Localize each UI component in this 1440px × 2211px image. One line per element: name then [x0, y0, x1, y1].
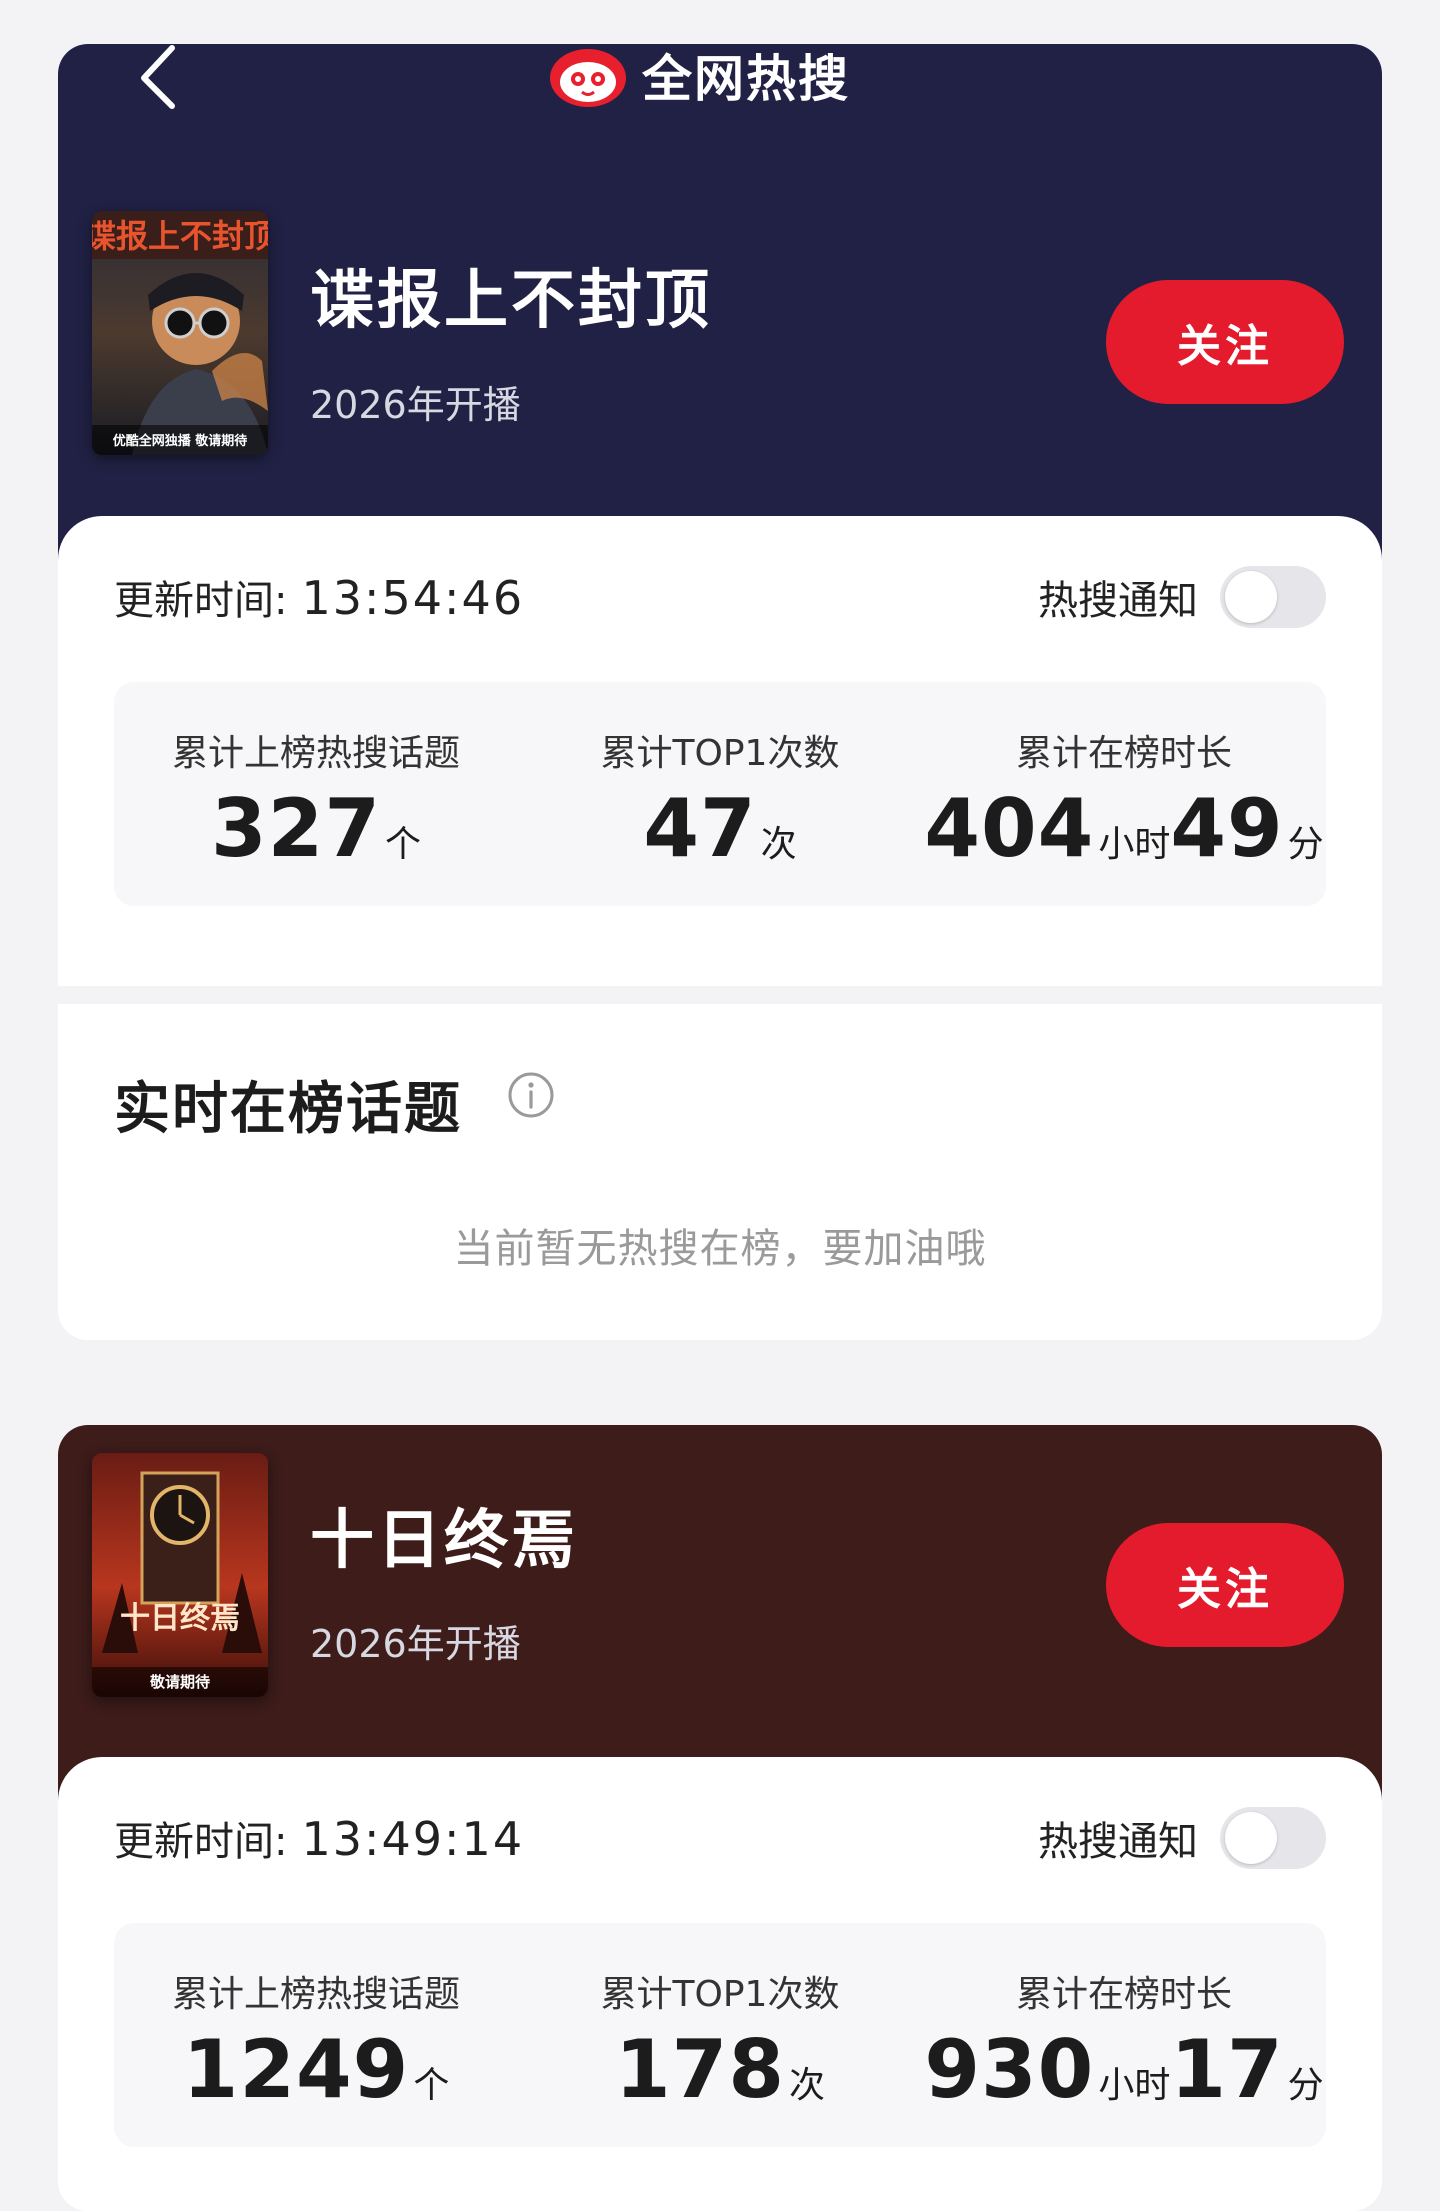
- stat-unit: 次: [760, 824, 797, 865]
- show-release: 2026年开播: [310, 1622, 521, 1666]
- stat-number: 327: [210, 782, 381, 875]
- stat-hours-unit: 小时: [1098, 824, 1171, 865]
- notify-label: 热搜通知: [1038, 578, 1198, 624]
- update-time-value: 13:49:14: [301, 1812, 525, 1866]
- brand-name: 全网热搜: [642, 50, 850, 108]
- stat-top1-count: 累计TOP1次数 47 次: [518, 682, 922, 906]
- brand-logo-icon: [550, 49, 626, 107]
- stat-hours: 930: [924, 2023, 1095, 2116]
- stat-label: 累计TOP1次数: [600, 733, 840, 774]
- update-time-value: 13:54:46: [301, 571, 525, 625]
- stats-box: 累计上榜热搜话题 327 个 累计TOP1次数 47 次 累计在榜时长 404 …: [114, 682, 1326, 906]
- poster-image: 谍报上不封顶 优酷全网独播 敬请期待: [92, 211, 268, 455]
- stat-unit: 个: [384, 824, 421, 865]
- stat-minutes-unit: 分: [1287, 2065, 1324, 2106]
- notify-toggle[interactable]: [1220, 566, 1326, 628]
- stat-minutes: 17: [1170, 2023, 1284, 2116]
- stat-label: 累计在榜时长: [1015, 733, 1232, 774]
- stat-unit: 次: [788, 2065, 825, 2106]
- stat-value: 1249 个: [114, 2023, 518, 2116]
- section-divider: [58, 986, 1382, 1004]
- follow-button[interactable]: 关注: [1106, 280, 1344, 404]
- poster-footer-text: 敬请期待: [149, 1673, 210, 1691]
- stat-label: 累计在榜时长: [1015, 1974, 1232, 2015]
- stat-number: 178: [614, 2023, 785, 2116]
- stat-total-duration: 累计在榜时长 404 小时 49 分: [922, 682, 1326, 906]
- stat-hours: 404: [924, 782, 1095, 875]
- poster-footer-text: 优酷全网独播 敬请期待: [113, 433, 248, 449]
- stat-hours-unit: 小时: [1098, 2065, 1171, 2106]
- stat-value: 930 小时 17 分: [922, 2023, 1326, 2116]
- notify-label: 热搜通知: [1038, 1819, 1198, 1865]
- stat-label: 累计TOP1次数: [600, 1974, 840, 2015]
- stat-minutes: 49: [1170, 782, 1284, 875]
- stat-total-topics: 累计上榜热搜话题 327 个: [114, 682, 518, 906]
- toggle-knob: [1225, 1812, 1277, 1864]
- stat-total-topics: 累计上榜热搜话题 1249 个: [114, 1923, 518, 2147]
- poster-image: 十日终焉 敬请期待: [92, 1453, 268, 1697]
- chevron-left-icon: [141, 45, 175, 109]
- stat-unit: 个: [413, 2065, 450, 2106]
- show-title: 谍报上不封顶: [310, 264, 712, 338]
- follow-button[interactable]: 关注: [1106, 1523, 1344, 1647]
- show-card-1: 全网热搜 谍报上不封顶 优酷全网独播 敬请期待 谍报上不封顶 2026年开播 关…: [58, 44, 1382, 1340]
- stat-minutes-unit: 分: [1287, 824, 1324, 865]
- hot-search-notify: 热搜通知: [1038, 1807, 1326, 1869]
- notify-toggle[interactable]: [1220, 1807, 1326, 1869]
- show-poster-2[interactable]: 十日终焉 敬请期待: [92, 1453, 268, 1697]
- stat-number: 1249: [182, 2023, 410, 2116]
- top-bar: 全网热搜: [58, 44, 1382, 154]
- show-poster-1[interactable]: 谍报上不封顶 优酷全网独播 敬请期待: [92, 211, 268, 455]
- stat-number: 47: [643, 782, 757, 875]
- stat-value: 404 小时 49 分: [922, 782, 1326, 875]
- stat-value: 178 次: [518, 2023, 922, 2116]
- poster-title-text: 十日终焉: [120, 1601, 240, 1636]
- stats-panel: 更新时间: 13:49:14 热搜通知 累计上榜热搜话题 1249 个 累计TO…: [58, 1757, 1382, 2211]
- toggle-knob: [1225, 571, 1277, 623]
- info-icon[interactable]: [506, 1070, 556, 1120]
- stats-box: 累计上榜热搜话题 1249 个 累计TOP1次数 178 次 累计在榜时长 93…: [114, 1923, 1326, 2147]
- stat-label: 累计上榜热搜话题: [171, 1974, 460, 2015]
- stat-value: 327 个: [114, 782, 518, 875]
- brand: 全网热搜: [548, 44, 850, 110]
- stat-top1-count: 累计TOP1次数 178 次: [518, 1923, 922, 2147]
- update-time-label: 更新时间:: [114, 1819, 288, 1865]
- show-title: 十日终焉: [310, 1504, 578, 1578]
- update-time-label: 更新时间:: [114, 578, 288, 624]
- section-title: 实时在榜话题: [114, 1077, 462, 1142]
- stat-value: 47 次: [518, 782, 922, 875]
- show-release: 2026年开播: [310, 383, 521, 427]
- empty-state-text: 当前暂无热搜在榜，要加油哦: [453, 1226, 987, 1272]
- show-hero-2: 十日终焉 敬请期待 十日终焉 2026年开播 关注: [58, 1425, 1382, 1805]
- update-time-row: 更新时间: 13:49:14: [114, 1809, 524, 1867]
- update-time-row: 更新时间: 13:54:46: [114, 568, 524, 626]
- show-card-2: 十日终焉 敬请期待 十日终焉 2026年开播 关注 更新时间: 13:49:14…: [58, 1425, 1382, 2211]
- stat-label: 累计上榜热搜话题: [171, 733, 460, 774]
- stat-total-duration: 累计在榜时长 930 小时 17 分: [922, 1923, 1326, 2147]
- stats-panel: 更新时间: 13:54:46 热搜通知 累计上榜热搜话题 327 个 累计TOP…: [58, 516, 1382, 1340]
- hot-search-notify: 热搜通知: [1038, 566, 1326, 628]
- back-button[interactable]: [128, 44, 188, 114]
- poster-title-text: 谍报上不封顶: [92, 217, 268, 255]
